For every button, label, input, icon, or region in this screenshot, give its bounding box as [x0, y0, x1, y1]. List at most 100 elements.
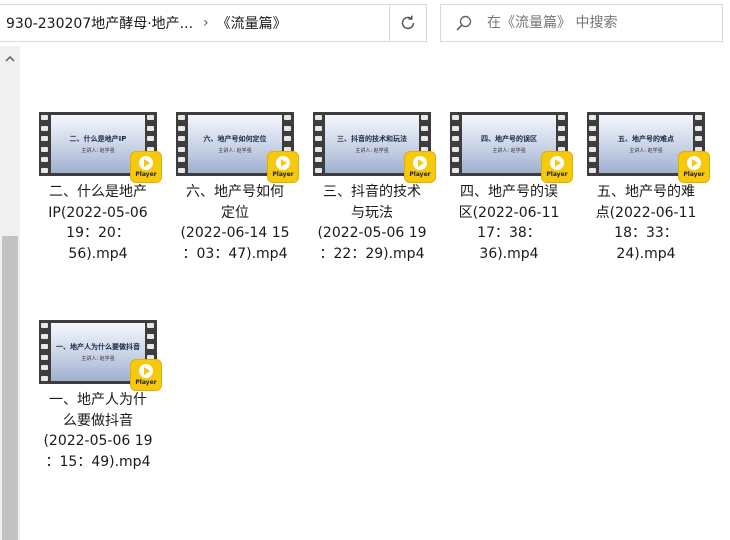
video-thumbnail[interactable]: 四、地产号的误区 主讲人: 赵学强 Player [450, 112, 572, 182]
film-perforation [178, 115, 185, 120]
file-name-line: 18：33： [614, 225, 678, 241]
file-name-line: 定位 [221, 204, 249, 221]
thumbnail-title: 一、地产人为什么要做抖音 [56, 343, 140, 351]
file-name[interactable]: 四、地产号的误 区(2022-06-11 17：38： 36).mp4 [441, 182, 577, 264]
player-icon: Player [131, 152, 161, 182]
file-name-line: 区(2022-06-11 [458, 204, 560, 221]
file-name-line: 19：20： [66, 225, 130, 241]
breadcrumb-separator[interactable]: › [203, 15, 209, 31]
player-badge-label: Player [546, 171, 568, 178]
player-icon: Player [542, 152, 572, 182]
film-perforation [41, 323, 48, 328]
film-perforation [41, 354, 48, 360]
breadcrumb-parent-folder[interactable]: 930-230207地产酵母·地产... [0, 13, 193, 33]
film-perforation [41, 157, 48, 163]
address-bar[interactable]: 930-230207地产酵母·地产... › 《流量篇》 [0, 4, 426, 42]
breadcrumb-current-folder[interactable]: 《流量篇》 [217, 13, 391, 33]
thumbnail-subtitle: 主讲人: 赵学强 [355, 148, 389, 154]
file-item[interactable]: 四、地产号的误区 主讲人: 赵学强 Player 四、地产号的误 区(2022-06-1… [441, 112, 577, 264]
film-perforation [284, 136, 291, 142]
search-icon [455, 14, 473, 32]
film-perforation [41, 146, 48, 152]
file-item[interactable]: 三、抖音的技术和玩法 主讲人: 赵学强 Player 三、抖音的技术 与玩法 (2022-… [304, 112, 440, 264]
file-name-line: 六、地产号如何 [186, 184, 284, 200]
refresh-icon [401, 15, 415, 30]
film-perforation [695, 136, 702, 142]
film-perforations-left [589, 115, 597, 173]
film-perforation [315, 125, 322, 131]
film-perforation [589, 167, 596, 173]
film-perforation [452, 167, 459, 173]
film-perforation [421, 136, 428, 142]
play-circle-icon [413, 156, 427, 170]
film-perforation [41, 125, 48, 131]
video-thumbnail[interactable]: 五、地产号的难点 主讲人: 赵学强 Player [587, 112, 709, 182]
scroll-up-button[interactable] [0, 46, 20, 72]
player-icon: Player [268, 152, 298, 182]
film-perforation [558, 136, 565, 142]
player-icon: Player [679, 152, 709, 182]
refresh-button[interactable] [389, 4, 427, 42]
file-name-line: ：15：49).mp4 [45, 453, 151, 470]
file-item[interactable]: 一、地产人为什么要做抖音 主讲人: 赵学强 Player 一、地产人为什 么要做抖音 (2… [30, 320, 166, 472]
file-item[interactable]: 二、什么是地产IP 主讲人: 赵学强 Player 二、什么是地产 IP(2022-05… [30, 112, 166, 264]
search-input[interactable] [485, 14, 709, 32]
player-icon: Player [405, 152, 435, 182]
file-name[interactable]: 三、抖音的技术 与玩法 (2022-05-06 19 ：22：29).mp4 [304, 182, 440, 264]
film-perforation [558, 125, 565, 131]
film-perforation [147, 125, 154, 131]
file-name[interactable]: 五、地产号的难 点(2022-06-11 18：33： 24).mp4 [578, 182, 714, 264]
file-item[interactable]: 六、地产号如何定位 主讲人: 赵学强 Player 六、地产号如何 定位 (2022-06… [167, 112, 303, 264]
thumbnail-subtitle: 主讲人: 赵学强 [492, 148, 526, 154]
player-icon: Player [131, 360, 161, 390]
film-perforation [695, 125, 702, 131]
file-name-line: 三、抖音的技术 [323, 184, 421, 200]
film-perforation [284, 115, 291, 120]
player-badge-label: Player [683, 171, 705, 178]
film-perforation [315, 157, 322, 163]
film-perforation [178, 125, 185, 131]
film-perforation [147, 115, 154, 120]
video-thumbnail[interactable]: 六、地产号如何定位 主讲人: 赵学强 Player [176, 112, 298, 182]
chevron-up-icon [5, 56, 15, 62]
scrollbar-thumb[interactable] [2, 236, 18, 540]
film-perforation [589, 136, 596, 142]
video-thumbnail[interactable]: 一、地产人为什么要做抖音 主讲人: 赵学强 Player [39, 320, 161, 390]
film-perforations-left [315, 115, 323, 173]
film-perforation [178, 167, 185, 173]
file-name-line: 一、地产人为什 [49, 392, 147, 408]
film-perforations-left [178, 115, 186, 173]
file-name-line: 36).mp4 [479, 245, 539, 262]
vertical-scrollbar[interactable] [0, 46, 20, 540]
player-badge-label: Player [272, 171, 294, 178]
film-perforation [589, 125, 596, 131]
file-name-line: 么要做抖音 [63, 412, 133, 429]
search-box[interactable] [440, 4, 723, 42]
play-circle-icon [139, 364, 153, 378]
file-name[interactable]: 一、地产人为什 么要做抖音 (2022-05-06 19 ：15：49).mp4 [30, 390, 166, 472]
film-perforation [41, 115, 48, 120]
file-name-line: 二、什么是地产 [49, 184, 147, 200]
video-thumbnail[interactable]: 三、抖音的技术和玩法 主讲人: 赵学强 Player [313, 112, 435, 182]
file-item[interactable]: 五、地产号的难点 主讲人: 赵学强 Player 五、地产号的难 点(2022-06-1… [578, 112, 714, 264]
film-perforation [452, 146, 459, 152]
file-name[interactable]: 六、地产号如何 定位 (2022-06-14 15 ：03：47).mp4 [167, 182, 303, 264]
film-perforation [41, 375, 48, 381]
file-name-line: 与玩法 [351, 204, 393, 221]
file-name-line: 56).mp4 [68, 245, 128, 262]
file-name-line: 四、地产号的误 [460, 184, 558, 200]
film-perforation [178, 146, 185, 152]
film-perforation [41, 333, 48, 339]
film-perforation [589, 146, 596, 152]
play-circle-icon [276, 156, 290, 170]
film-perforation [41, 365, 48, 371]
film-perforation [178, 157, 185, 163]
film-perforation [589, 157, 596, 163]
film-perforation [315, 146, 322, 152]
film-perforation [452, 157, 459, 163]
film-perforation [178, 136, 185, 142]
film-perforation [452, 136, 459, 142]
file-name[interactable]: 二、什么是地产 IP(2022-05-06 19：20： 56).mp4 [30, 182, 166, 264]
video-thumbnail[interactable]: 二、什么是地产IP 主讲人: 赵学强 Player [39, 112, 161, 182]
film-perforation [558, 115, 565, 120]
